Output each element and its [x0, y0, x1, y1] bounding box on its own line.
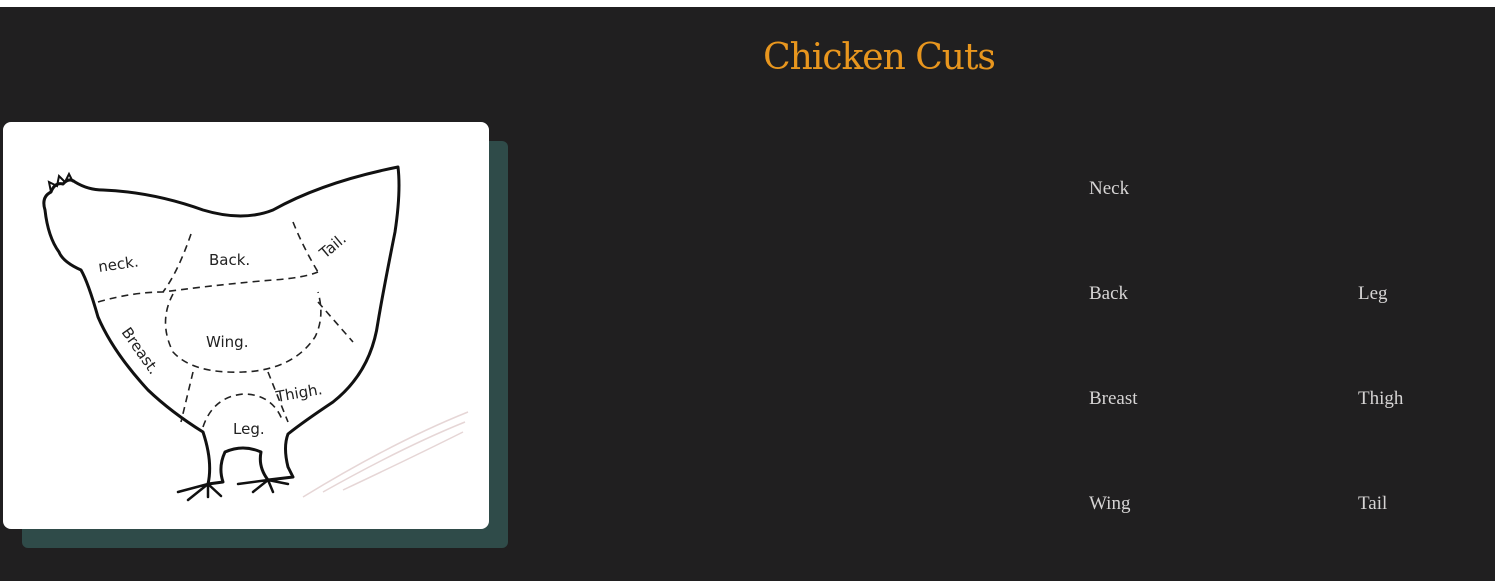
sketch-strokes: [302, 411, 469, 498]
cut-link-leg[interactable]: Leg: [1358, 283, 1388, 305]
page-title: Chicken Cuts: [763, 37, 996, 78]
cut-link-breast[interactable]: Breast: [1089, 388, 1138, 410]
cut-link-back[interactable]: Back: [1089, 283, 1128, 305]
cut-link-neck[interactable]: Neck: [1089, 178, 1129, 200]
diagram-label-wing: Wing.: [206, 333, 248, 351]
cut-link-thigh[interactable]: Thigh: [1358, 388, 1403, 410]
chicken-cuts-diagram: neck. Back. Tail. Wing. Breast. Thigh. L…: [42, 165, 469, 502]
page-background: Chicken Cuts neck. Back. Tail. Wing. Bre…: [0, 7, 1495, 581]
diagram-label-neck: neck.: [97, 253, 140, 276]
chicken-feet: [176, 478, 290, 502]
diagram-label-leg: Leg.: [233, 420, 265, 438]
diagram-label-back: Back.: [209, 251, 250, 269]
diagram-label-breast: Breast.: [118, 324, 163, 378]
chicken-diagram-card: neck. Back. Tail. Wing. Breast. Thigh. L…: [3, 122, 489, 529]
cut-link-wing[interactable]: Wing: [1089, 493, 1130, 515]
cut-link-tail[interactable]: Tail: [1358, 493, 1387, 515]
diagram-label-tail: Tail.: [315, 230, 350, 263]
chicken-outline: [42, 165, 401, 486]
diagram-label-thigh: Thigh.: [274, 380, 324, 406]
